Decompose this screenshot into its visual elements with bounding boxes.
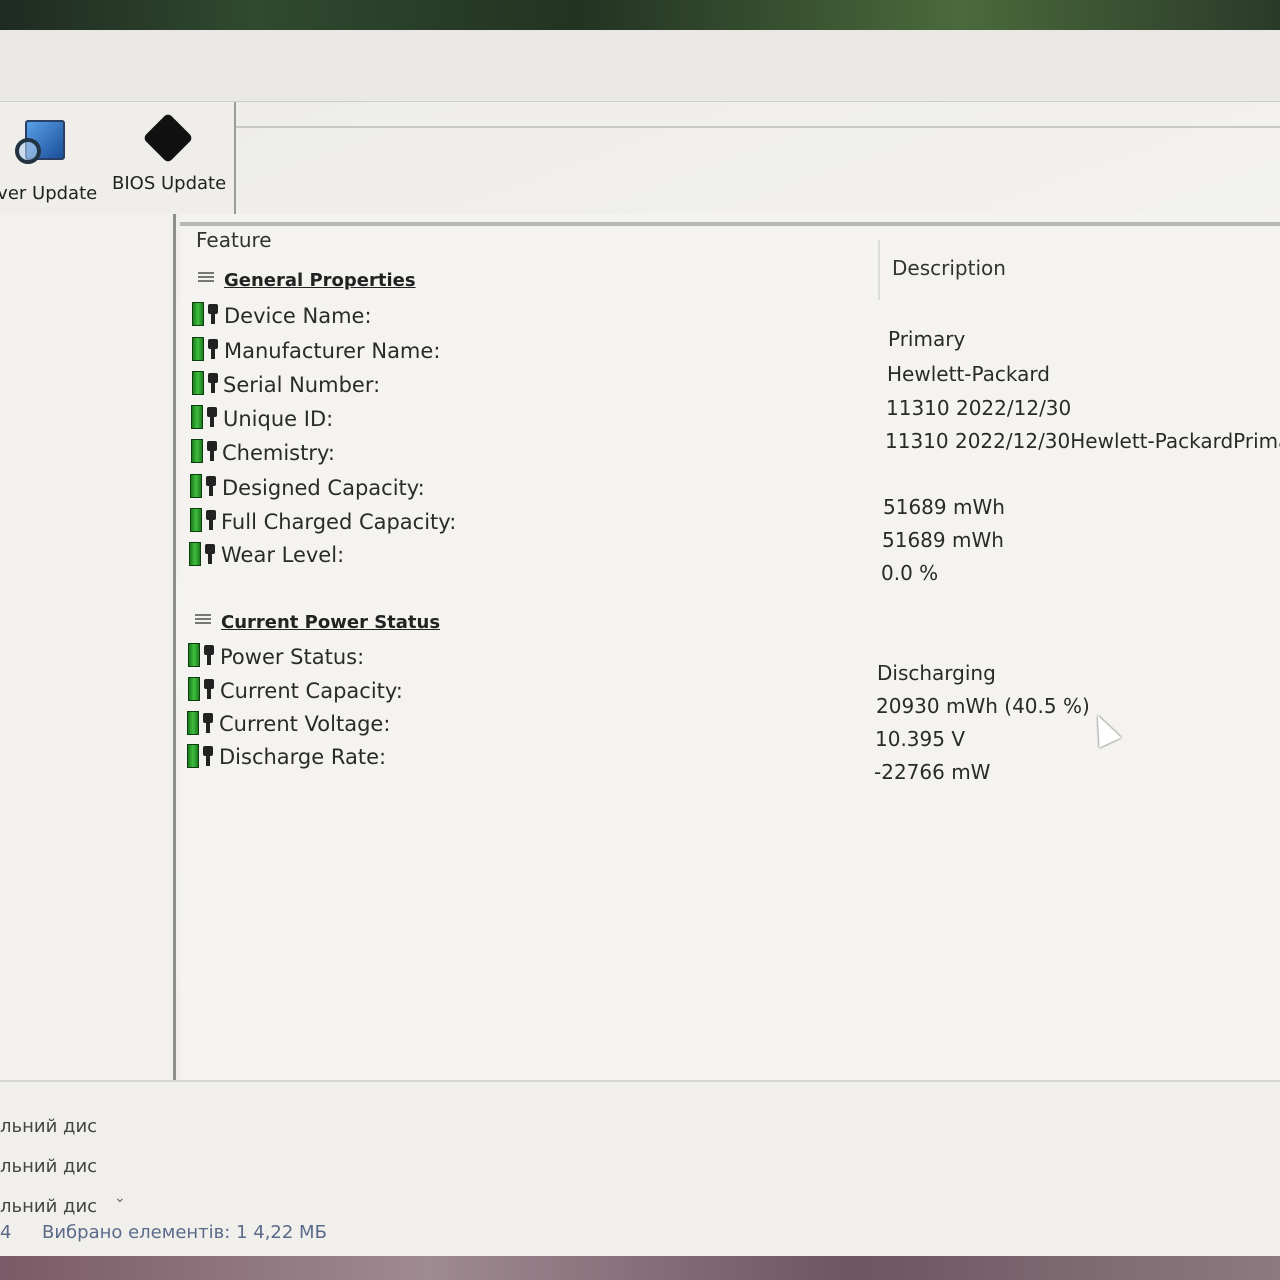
value-wear-level: 0.0 % [881,561,939,585]
section-collapse-icon[interactable] [198,272,214,284]
driver-update-icon [15,116,67,172]
column-header-feature[interactable]: Feature [196,228,272,252]
drive-item[interactable]: льний дис [0,1196,97,1217]
battery-icon [189,542,219,566]
feature-unique-id: Unique ID: [223,407,334,431]
toolbar: river Update BIOS Update [0,102,236,214]
driver-update-label: river Update [0,183,98,204]
value-designed-capacity: 51689 mWh [883,495,1005,519]
value-discharge-rate: -22766 mW [874,760,991,784]
battery-icon [191,405,221,429]
explorer-window: льний дис льний дис льний дис ⌄ 4 Вибран… [0,1080,1280,1256]
status-item-count: 4 [0,1222,12,1243]
battery-icon [192,371,222,395]
battery-icon [192,337,222,361]
driver-update-button[interactable]: river Update [0,116,100,204]
feature-manufacturer-name: Manufacturer Name: [224,339,441,363]
battery-icon [192,302,222,326]
feature-current-capacity: Current Capacity: [220,679,403,703]
section-current-power-status: Current Power Status [221,612,441,633]
value-device-name: Primary [888,327,966,351]
battery-icon [188,677,218,701]
feature-serial-number: Serial Number: [223,373,381,397]
chevron-down-icon[interactable]: ⌄ [114,1190,126,1206]
battery-icon [190,508,220,532]
navigation-pane[interactable] [0,214,176,1080]
drive-item[interactable]: льний дис [0,1156,97,1177]
value-unique-id: 11310 2022/12/30Hewlett-PackardPrimary [885,429,1280,453]
value-current-voltage: 10.395 V [875,727,966,751]
section-general-properties: General Properties [224,270,416,291]
feature-device-name: Device Name: [224,304,372,328]
battery-icon [188,643,218,667]
feature-designed-capacity: Designed Capacity: [222,476,425,500]
value-power-status: Discharging [877,661,996,685]
bios-update-button[interactable]: BIOS Update [112,112,227,194]
status-selection-text: Вибрано елементів: 1 4,22 МБ [42,1222,327,1243]
header-rule [180,222,1280,226]
column-separator[interactable] [878,240,880,300]
window-titlebar [0,30,1280,102]
bios-update-label: BIOS Update [112,173,227,194]
toolbar-divider [236,126,1280,128]
section-collapse-icon[interactable] [195,614,211,626]
value-full-charged-capacity: 51689 mWh [882,528,1004,552]
feature-current-voltage: Current Voltage: [219,712,391,736]
battery-icon [187,744,217,768]
battery-icon [190,474,220,498]
feature-wear-level: Wear Level: [221,543,345,567]
battery-icon [191,439,221,463]
value-manufacturer-name: Hewlett-Packard [887,362,1050,386]
feature-power-status: Power Status: [220,645,365,669]
battery-icon [187,711,217,735]
screen: river Update BIOS Update Feature Descrip… [0,0,1280,1280]
feature-discharge-rate: Discharge Rate: [219,745,387,769]
value-serial-number: 11310 2022/12/30 [886,396,1072,420]
drive-item[interactable]: льний дис [0,1116,97,1137]
feature-full-charged-capacity: Full Charged Capacity: [221,510,457,534]
column-header-description[interactable]: Description [892,256,1006,280]
photo-background [0,1256,1280,1280]
value-current-capacity: 20930 mWh (40.5 %) [876,694,1090,718]
feature-chemistry: Chemistry: [222,441,335,465]
bios-chip-icon [141,112,195,164]
